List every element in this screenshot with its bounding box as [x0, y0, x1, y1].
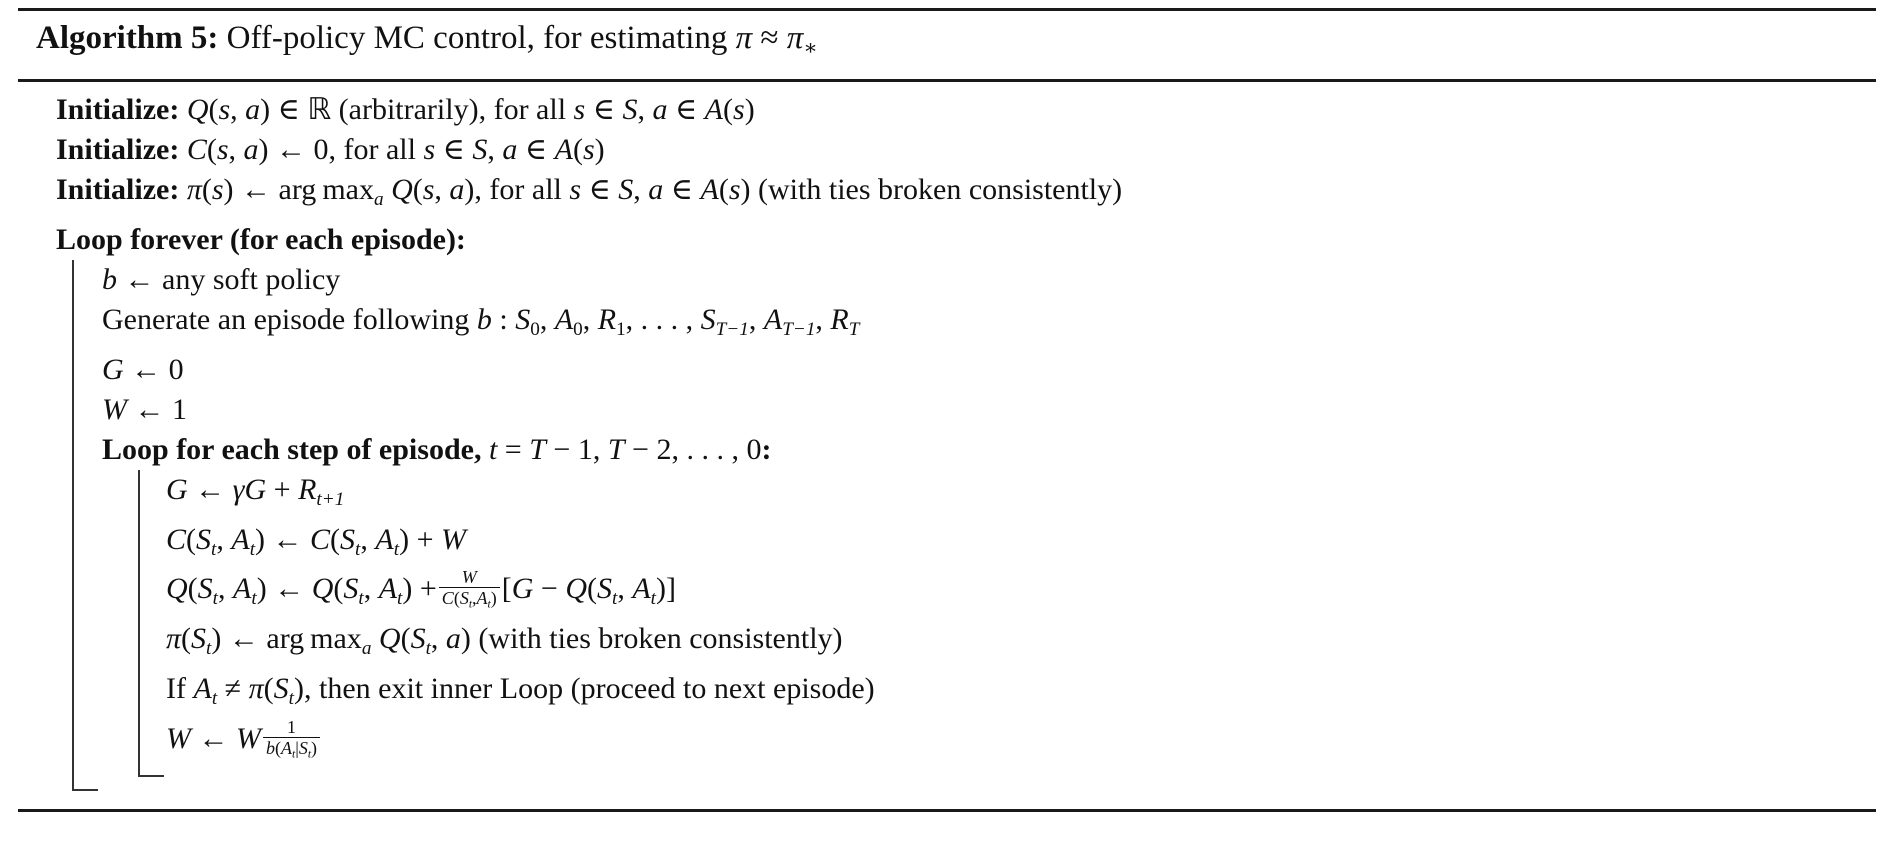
one-value-1: 1 — [172, 392, 187, 426]
bottom-spacer — [0, 791, 1894, 809]
pi-symbol-3: π — [248, 671, 264, 705]
line-q-update: Q(St, At) ← Q(St, At) + W C(St,At) [G − Q(S… — [166, 567, 676, 612]
algorithm-title-text: Off-policy MC control, for estimating — [226, 20, 736, 56]
line-initialize-c: Initialize: C(s, a) ← 0, for all s ∈ S, … — [56, 133, 605, 167]
title-pi: π — [735, 20, 753, 56]
arg-token-2: arg — [266, 622, 305, 656]
line-inner-loop-header: Loop for each step of episode, t = T − 1… — [102, 432, 772, 466]
line-exit-condition: If At ≠ π(St), then exit inner Loop (pro… — [166, 671, 875, 709]
line-loop-forever: Loop forever (for each episode): — [56, 223, 466, 257]
line-g-init: G ← 0 — [102, 352, 184, 386]
pi-symbol-2: π — [166, 622, 182, 656]
generate-episode-prefix: Generate an episode following — [102, 303, 470, 337]
ties-text-2: (with ties broken consistently) — [478, 622, 843, 656]
any-soft-policy-text: any soft policy — [162, 263, 341, 297]
state-set-symbol-2: S — [472, 133, 488, 167]
gamma-symbol: γ — [232, 472, 245, 506]
inner-loop-header-label: Loop for each step of episode, — [102, 432, 482, 466]
w-over-c-fraction: W C(St,At) — [438, 567, 500, 612]
equals-symbol-1: = — [504, 432, 522, 466]
max-token-2: max — [310, 622, 362, 656]
algorithm-title: Algorithm 5: Off-policy MC control, for … — [0, 11, 1894, 74]
one-over-b-fraction: 1 b(At|St) — [263, 716, 321, 762]
action-set-symbol-1: A — [704, 93, 723, 127]
plus-symbol-3: + — [419, 572, 437, 606]
leftarrow-symbol-4: ← — [131, 352, 162, 386]
ellipsis-1: . . . , — [640, 303, 694, 337]
inner-loop-block: G ← γG + Rt+1 C(St, At) ← C(St, At) + W … — [137, 469, 1894, 778]
outer-loop-bracket — [71, 260, 98, 792]
plus-symbol-2: + — [416, 522, 434, 556]
line-initialize-pi: Initialize: π(s) ← arg maxa Q(s, a), for… — [56, 173, 1123, 211]
neq-symbol: ≠ — [224, 671, 242, 705]
fraction-denominator-c: C(St,At) — [438, 587, 500, 611]
initialize-keyword-2: Initialize: — [56, 133, 180, 167]
zero-value-1: 0 — [313, 133, 329, 167]
for-all-text-1: for all — [493, 93, 567, 127]
in-symbol-1: ∈ — [277, 93, 300, 127]
plus-symbol-1: + — [273, 472, 291, 506]
max-subscript-2: a — [361, 637, 372, 659]
line-g-update: G ← γG + Rt+1 — [166, 472, 345, 510]
algorithm-body: Initialize: Q(s, a) ∈ ℝ (arbitrarily), f… — [0, 82, 1894, 809]
zero-value-2: 0 — [168, 352, 184, 386]
leftarrow-symbol-6: ← — [195, 472, 226, 506]
line-c-update: C(St, At) ← C(St, At) + W — [166, 522, 466, 560]
ties-text-1: (with ties broken consistently) — [758, 173, 1123, 207]
action-set-symbol-2: A — [554, 133, 573, 167]
algorithm-title-label: Algorithm 5: — [36, 20, 219, 56]
minus-symbol-1: − — [540, 572, 558, 606]
for-all-text-3: for all — [489, 173, 562, 207]
line-behavior-policy: b ← any soft policy — [102, 263, 341, 297]
initialize-keyword-3: Initialize: — [56, 173, 180, 207]
leftarrow-symbol-1: ← — [276, 133, 307, 167]
line-w-init: W ← 1 — [102, 392, 187, 426]
action-set-symbol-3: A — [700, 173, 719, 207]
leftarrow-symbol-2: ← — [241, 173, 272, 207]
then-exit-text: , then exit inner Loop (proceed to next … — [304, 671, 875, 705]
arg-token-1: arg — [278, 173, 317, 207]
state-set-symbol-3: S — [618, 173, 634, 207]
max-token-1: max — [322, 173, 374, 207]
title-approx: ≈ — [760, 20, 779, 56]
line-pi-update: π(St) ← arg maxa Q(St, a) (with ties bro… — [166, 622, 843, 659]
fraction-numerator-one: 1 — [287, 716, 296, 737]
leftarrow-symbol-3: ← — [124, 263, 155, 297]
line-initialize-q: Initialize: Q(s, a) ∈ ℝ (arbitrarily), f… — [56, 92, 755, 128]
state-set-symbol-1: S — [622, 93, 638, 127]
title-pi-star: π — [786, 20, 804, 56]
real-set-symbol: ℝ — [307, 92, 332, 128]
leftarrow-symbol-5: ← — [134, 392, 165, 426]
max-subscript-1: a — [373, 189, 384, 211]
leftarrow-symbol-9: ← — [228, 622, 259, 656]
leftarrow-symbol-7: ← — [272, 522, 303, 556]
leftarrow-symbol-10: ← — [198, 721, 229, 755]
fraction-denominator-b: b(At|St) — [263, 736, 321, 761]
leftarrow-symbol-8: ← — [274, 572, 305, 606]
pi-symbol-1: π — [186, 173, 202, 207]
title-star-subscript: ∗ — [803, 35, 818, 60]
line-w-update: W ← W 1 b(At|St) — [166, 716, 1894, 764]
ellipsis-2: . . . , — [686, 432, 739, 466]
if-keyword: If — [166, 671, 186, 705]
outer-loop-block: b ← any soft policy Generate an episode … — [71, 260, 1894, 792]
algorithm-box: Algorithm 5: Off-policy MC control, for … — [0, 8, 1894, 864]
inner-loop-bracket — [137, 469, 164, 778]
fraction-numerator-w: W — [461, 567, 477, 588]
initialize-keyword-1: Initialize: — [56, 93, 180, 127]
line-generate-episode: Generate an episode following b : S0, A0… — [102, 303, 860, 340]
rule-bottom — [18, 809, 1876, 813]
for-all-text-2: for all — [343, 133, 416, 167]
arbitrarily-text: (arbitrarily), — [338, 93, 487, 127]
